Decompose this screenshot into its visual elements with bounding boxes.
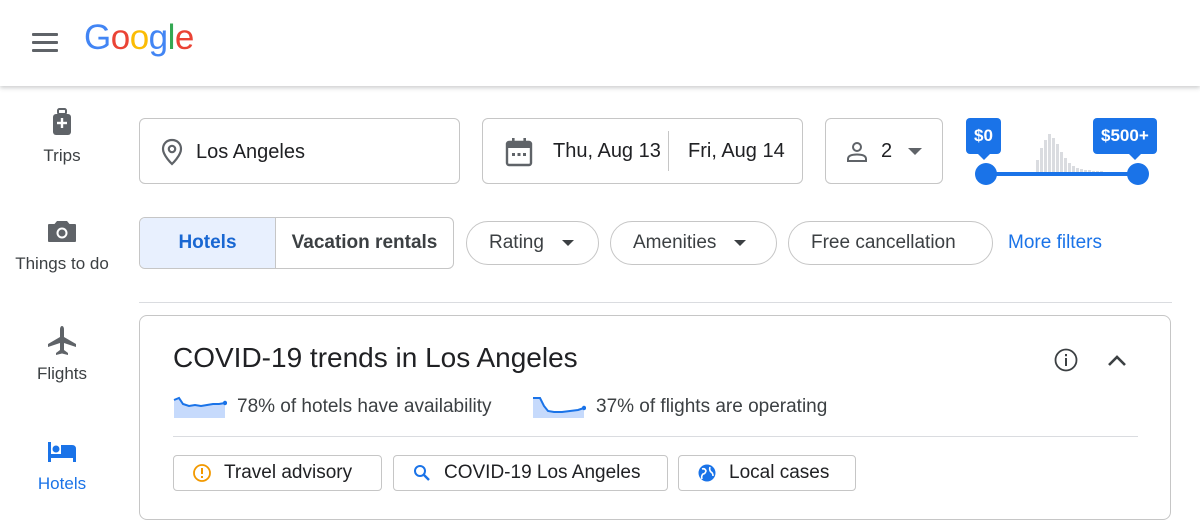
chevron-down-icon — [561, 240, 574, 246]
price-max-label: $500+ — [1093, 118, 1157, 160]
info-icon[interactable] — [1054, 348, 1078, 372]
logo-letter: o — [110, 18, 130, 57]
card-divider — [173, 436, 1138, 437]
tab-vacation-rentals[interactable]: Vacation rentals — [276, 218, 453, 268]
bed-icon — [48, 442, 76, 462]
tab-hotels[interactable]: Hotels — [140, 218, 276, 268]
chevron-down-icon — [908, 148, 922, 155]
local-cases-label: Local cases — [729, 462, 830, 483]
guest-count: 2 — [881, 140, 893, 162]
sidebar-item-flights[interactable]: Flights — [0, 324, 124, 384]
sidebar-item-label: Flights — [36, 364, 88, 383]
chevron-up-icon[interactable] — [1106, 350, 1128, 372]
sidebar-item-label: Trips — [43, 146, 81, 165]
hotels-trend-sparkline — [173, 396, 227, 418]
section-divider — [139, 302, 1172, 303]
location-input[interactable] — [196, 137, 446, 167]
guests-selector[interactable]: 2 — [825, 118, 943, 184]
logo-letter: e — [174, 18, 194, 57]
airplane-icon — [48, 326, 76, 355]
price-slider-track[interactable] — [986, 172, 1138, 176]
logo-letter: g — [148, 18, 168, 57]
rating-filter-label: Rating — [489, 232, 544, 253]
amenities-filter-chip[interactable]: Amenities — [610, 221, 777, 265]
more-filters-link[interactable]: More filters — [1008, 232, 1102, 254]
amenities-filter-label: Amenities — [633, 232, 717, 253]
location-search-field[interactable] — [139, 118, 460, 184]
local-cases-button[interactable]: Local cases — [678, 455, 856, 491]
price-min-handle[interactable] — [975, 163, 997, 185]
travel-advisory-button[interactable]: Travel advisory — [173, 455, 382, 491]
top-app-bar: Google — [0, 0, 1200, 86]
hotels-availability-text: 78% of hotels have availability — [237, 396, 492, 417]
person-icon — [847, 142, 867, 162]
covid-search-button[interactable]: COVID-19 Los Angeles — [393, 455, 668, 491]
flights-operating-stat: 37% of flights are operating — [532, 392, 827, 422]
chevron-down-icon — [734, 240, 747, 246]
warning-info-icon — [193, 464, 211, 482]
covid-trends-card: COVID-19 trends in Los Angeles 78% of ho… — [139, 315, 1171, 520]
flights-operating-text: 37% of flights are operating — [596, 396, 828, 417]
sidebar-item-things-to-do[interactable]: Things to do — [0, 214, 124, 274]
logo-letter: o — [129, 18, 149, 57]
logo-letter: l — [167, 18, 176, 57]
sidebar-item-label: Things to do — [15, 254, 109, 273]
flights-trend-sparkline — [533, 397, 586, 418]
free-cancellation-label: Free cancellation — [811, 232, 956, 253]
price-min-label: $0 — [966, 118, 1001, 160]
sidebar-item-label: Hotels — [37, 474, 87, 493]
covid-search-label: COVID-19 Los Angeles — [444, 462, 641, 483]
search-icon — [414, 465, 430, 481]
check-in-date[interactable]: Thu, Aug 13 — [553, 140, 661, 163]
globe-icon — [698, 464, 716, 482]
price-range-slider[interactable]: $0 $500+ — [964, 116, 1164, 190]
calendar-icon — [505, 138, 533, 167]
sidebar-item-trips[interactable]: Trips — [0, 106, 124, 166]
sidebar-item-hotels[interactable]: Hotels — [0, 434, 124, 494]
location-pin-icon — [161, 138, 183, 166]
logo-letter: G — [84, 18, 111, 57]
free-cancellation-chip[interactable]: Free cancellation — [788, 221, 993, 265]
date-separator — [668, 131, 669, 171]
card-title: COVID-19 trends in Los Angeles — [173, 342, 578, 373]
side-navigation: Trips Things to do Flights Hotels — [0, 86, 124, 524]
luggage-icon — [53, 108, 71, 135]
camera-icon — [48, 221, 76, 242]
travel-advisory-label: Travel advisory — [224, 462, 353, 483]
main-menu-icon[interactable] — [30, 28, 62, 56]
check-out-date[interactable]: Fri, Aug 14 — [688, 140, 785, 163]
price-max-handle[interactable] — [1127, 163, 1149, 185]
rating-filter-chip[interactable]: Rating — [466, 221, 599, 265]
google-logo[interactable]: Google — [84, 18, 194, 58]
property-type-toggle: Hotels Vacation rentals — [139, 217, 454, 269]
hotels-availability-stat: 78% of hotels have availability — [173, 392, 492, 422]
date-range-picker[interactable]: Thu, Aug 13 Fri, Aug 14 — [482, 118, 803, 184]
